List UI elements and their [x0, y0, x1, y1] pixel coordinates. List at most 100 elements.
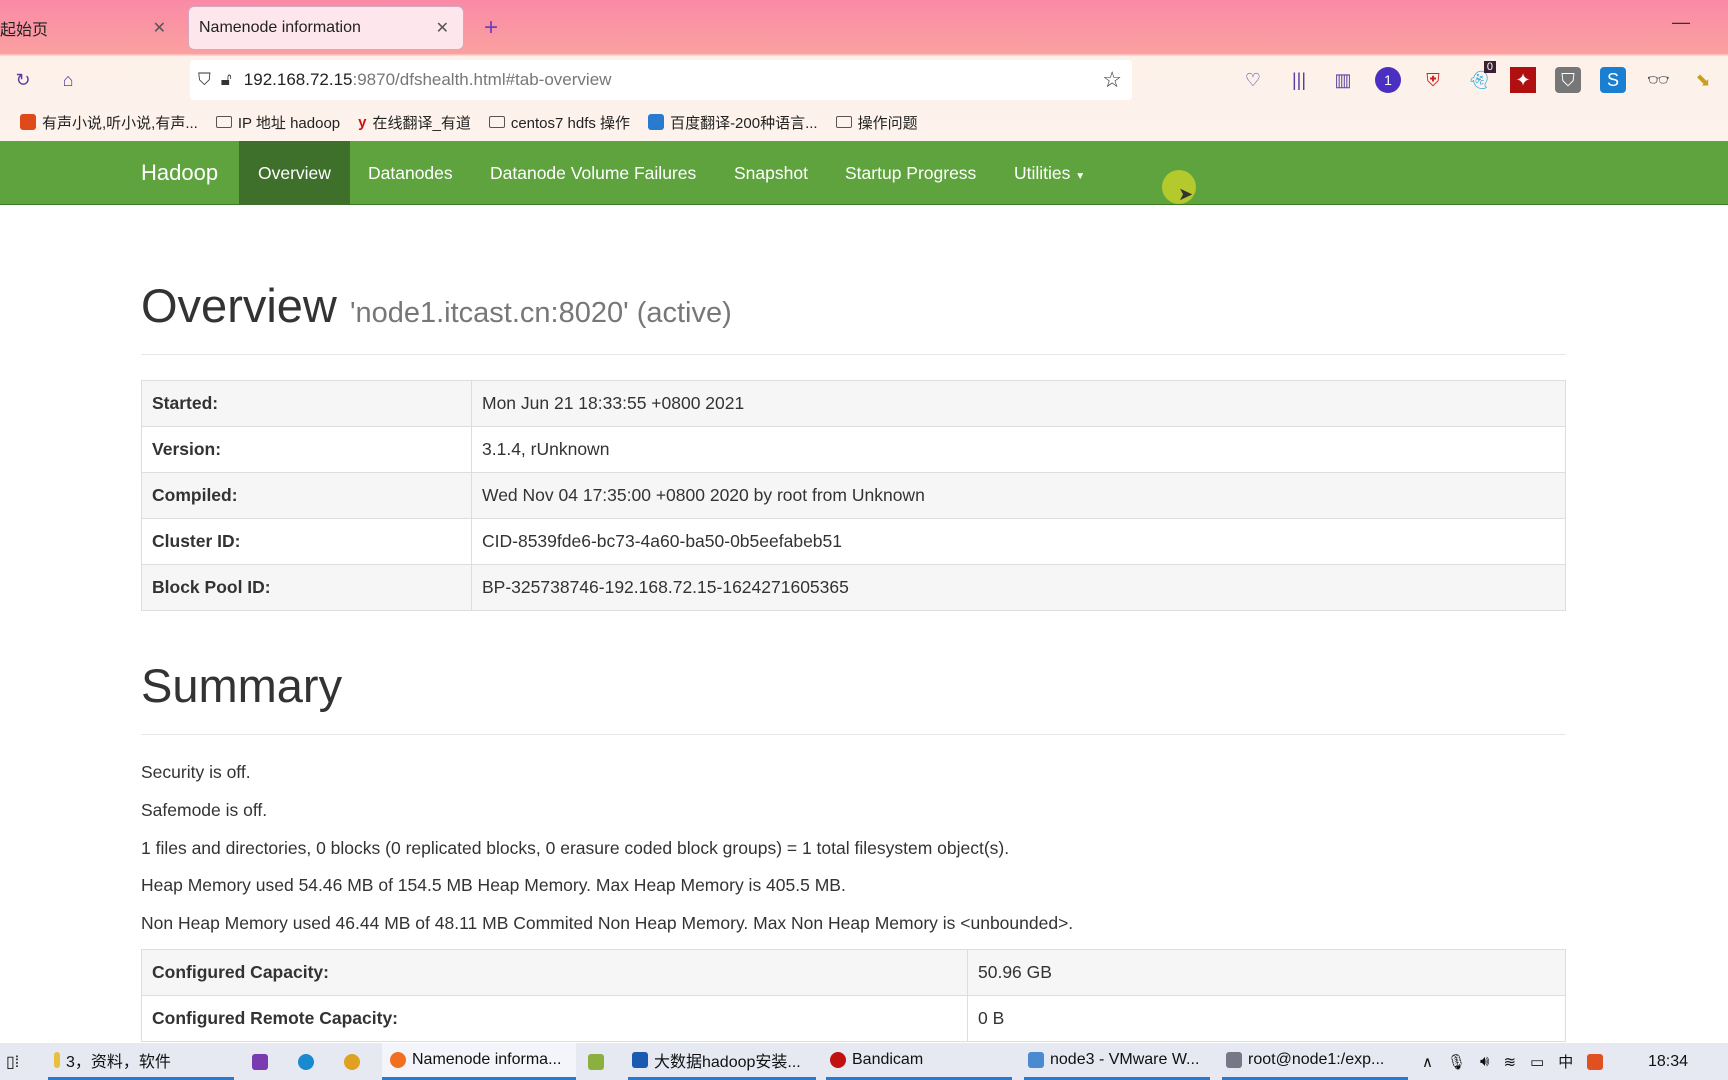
battery-icon[interactable]: ▭ — [1530, 1053, 1544, 1071]
extension-s-icon[interactable]: S — [1600, 67, 1626, 93]
table-row: Version: 3.1.4, rUnknown — [141, 426, 1566, 473]
row-key: Block Pool ID: — [141, 564, 472, 611]
bookmark-star-icon[interactable]: ☆ — [1102, 67, 1122, 93]
nav-overview[interactable]: Overview — [239, 141, 350, 205]
wifi-icon[interactable]: ≋ — [1503, 1053, 1516, 1071]
microphone-icon[interactable]: 🎙︎ — [1447, 1053, 1466, 1071]
firefox-icon — [390, 1052, 406, 1068]
mouse-cursor-icon: ➤ — [1178, 184, 1194, 204]
tab-label: Namenode information — [199, 19, 361, 36]
table-row: Block Pool ID: BP-325738746-192.168.72.15… — [141, 564, 1566, 611]
row-value: 50.96 GB — [967, 949, 1566, 996]
caret-down-icon: ▼ — [1075, 171, 1086, 182]
taskbar-vmware[interactable]: node3 - VMware W... — [1024, 1043, 1210, 1080]
row-value: CID-8539fde6-bc73-4a60-ba50-0b5eefabeb51 — [471, 518, 1566, 565]
taskbar-terminal[interactable]: root@node1:/exp... — [1222, 1043, 1408, 1080]
brand-link[interactable]: Hadoop — [141, 141, 218, 205]
folder-icon — [215, 116, 232, 128]
row-key: Version: — [141, 426, 472, 473]
system-tray: ∧ 🎙︎ 🔊︎ ≋ ▭ 中 — [1422, 1043, 1604, 1080]
extension-badge: 0 — [1483, 61, 1496, 73]
row-key: Cluster ID: — [141, 518, 472, 565]
row-value: 0 B — [967, 995, 1566, 1042]
bookmark-label: 百度翻译-200种语言... — [670, 114, 818, 132]
edge-icon[interactable] — [298, 1043, 314, 1080]
nav-datanodes[interactable]: Datanodes — [349, 141, 472, 205]
row-key: Configured Remote Capacity: — [141, 995, 968, 1042]
taskbar: ▯⁞ 3，资料，软件 Namenode informa... 大数据hadoop… — [0, 1043, 1728, 1080]
bookmark-item[interactable]: y 在线翻译_有道 — [358, 112, 471, 133]
tab-namenode[interactable]: Namenode information ✕ — [188, 6, 464, 50]
taskbar-explorer[interactable]: 3，资料，软件 — [48, 1043, 234, 1080]
clock[interactable]: 18:34 — [1648, 1043, 1688, 1080]
taskbar-label: root@node1:/exp... — [1248, 1051, 1385, 1068]
close-tab-icon[interactable]: ✕ — [153, 18, 166, 38]
word-icon — [632, 1052, 648, 1068]
sogou-icon[interactable] — [1587, 1053, 1604, 1070]
bookmark-item[interactable]: 有声小说,听小说,有声... — [20, 112, 198, 133]
security-status: Security is off. — [141, 762, 251, 782]
library-icon[interactable]: ||| — [1286, 67, 1312, 93]
extension-1password-icon[interactable]: 1 — [1375, 67, 1401, 93]
extension-glasses-icon[interactable]: 👓︎ — [1645, 67, 1671, 93]
overview-table: Started: Mon Jun 21 18:33:55 +0800 2021 V… — [141, 380, 1566, 611]
taskbar-label: 3，资料，软件 — [66, 1054, 171, 1071]
bookmark-folder[interactable]: 操作问题 — [835, 112, 918, 133]
notepad-icon[interactable] — [588, 1043, 604, 1080]
extension-ghostery-icon[interactable]: 👻︎ 0 — [1466, 61, 1496, 93]
divider — [141, 354, 1566, 355]
extension-shield-lock-icon[interactable]: ⛨ — [1420, 67, 1446, 93]
heap-memory: Heap Memory used 54.46 MB of 154.5 MB He… — [141, 875, 846, 895]
taskbar-firefox[interactable]: Namenode informa... — [382, 1043, 576, 1080]
extension-arrow-icon[interactable]: ⬊ — [1690, 67, 1716, 93]
table-row: Compiled: Wed Nov 04 17:35:00 +0800 2020 … — [141, 472, 1566, 519]
vmware-icon — [1028, 1052, 1044, 1068]
nav-snapshot[interactable]: Snapshot — [715, 141, 827, 205]
tab-start-page[interactable]: 起始页 ✕ — [0, 6, 180, 50]
divider — [141, 734, 1566, 735]
taskbar-label: Bandicam — [852, 1051, 924, 1068]
taskbar-word[interactable]: 大数据hadoop安装... — [628, 1043, 816, 1080]
minimize-button[interactable]: — — [1672, 12, 1690, 33]
extension-bitwarden-icon[interactable]: ⛉ — [1555, 67, 1581, 93]
extension-wand-icon[interactable]: ✦ — [1510, 67, 1536, 93]
table-row: Started: Mon Jun 21 18:33:55 +0800 2021 — [141, 380, 1566, 427]
bookmark-folder[interactable]: IP 地址 hadoop — [215, 112, 340, 133]
row-key: Compiled: — [141, 472, 472, 519]
safemode-status: Safemode is off. — [141, 800, 268, 820]
input-method-icon[interactable]: 中 — [1558, 1051, 1573, 1072]
task-view-icon[interactable]: ▯⁞ — [6, 1043, 19, 1080]
pocket-icon[interactable]: ♡ — [1240, 67, 1266, 93]
bookmark-folder[interactable]: centos7 hdfs 操作 — [488, 112, 630, 133]
non-heap-memory: Non Heap Memory used 46.44 MB of 48.11 M… — [141, 913, 1074, 933]
chrome-icon[interactable] — [344, 1043, 360, 1080]
table-row: Configured Remote Capacity: 0 B — [141, 995, 1566, 1042]
overview-subtitle: 'node1.itcast.cn:8020' (active) — [349, 297, 732, 329]
row-key: Configured Capacity: — [141, 949, 968, 996]
home-icon[interactable]: ⌂ — [55, 67, 81, 93]
radio-icon — [20, 114, 36, 130]
url-host: 192.168.72.15 — [243, 70, 353, 89]
nav-startup-progress[interactable]: Startup Progress — [826, 141, 995, 205]
nav-utilities[interactable]: Utilities ▼ — [995, 141, 1104, 205]
taskbar-bandicam[interactable]: Bandicam — [826, 1043, 1012, 1080]
url-bar[interactable]: ⛉ 🔓︎ 192.168.72.15:9870/dfshealth.html#t… — [190, 60, 1132, 100]
bookmark-label: 有声小说,听小说,有声... — [42, 114, 198, 132]
summary-heading: Summary — [141, 659, 343, 712]
volume-icon[interactable]: 🔊︎ — [1480, 1053, 1489, 1070]
youdao-icon: y — [358, 113, 367, 131]
new-tab-button[interactable]: + — [484, 14, 498, 42]
onenote-icon[interactable] — [252, 1043, 268, 1080]
bookmark-item[interactable]: 百度翻译-200种语言... — [648, 112, 818, 133]
reload-icon[interactable]: ↻ — [10, 67, 36, 93]
row-value: Wed Nov 04 17:35:00 +0800 2020 by root f… — [471, 472, 1566, 519]
row-value: 3.1.4, rUnknown — [471, 426, 1566, 473]
shield-icon: ⛉ — [198, 70, 211, 89]
row-value: Mon Jun 21 18:33:55 +0800 2021 — [471, 380, 1566, 427]
nav-datanode-volume-failures[interactable]: Datanode Volume Failures — [471, 141, 715, 205]
show-hidden-icons-icon[interactable]: ∧ — [1422, 1053, 1433, 1071]
close-tab-icon[interactable]: ✕ — [436, 18, 449, 38]
sidebar-icon[interactable]: ▥ — [1330, 67, 1356, 93]
row-value: BP-325738746-192.168.72.15-1624271605365 — [471, 564, 1566, 611]
nav-utilities-label: Utilities — [1014, 163, 1071, 183]
